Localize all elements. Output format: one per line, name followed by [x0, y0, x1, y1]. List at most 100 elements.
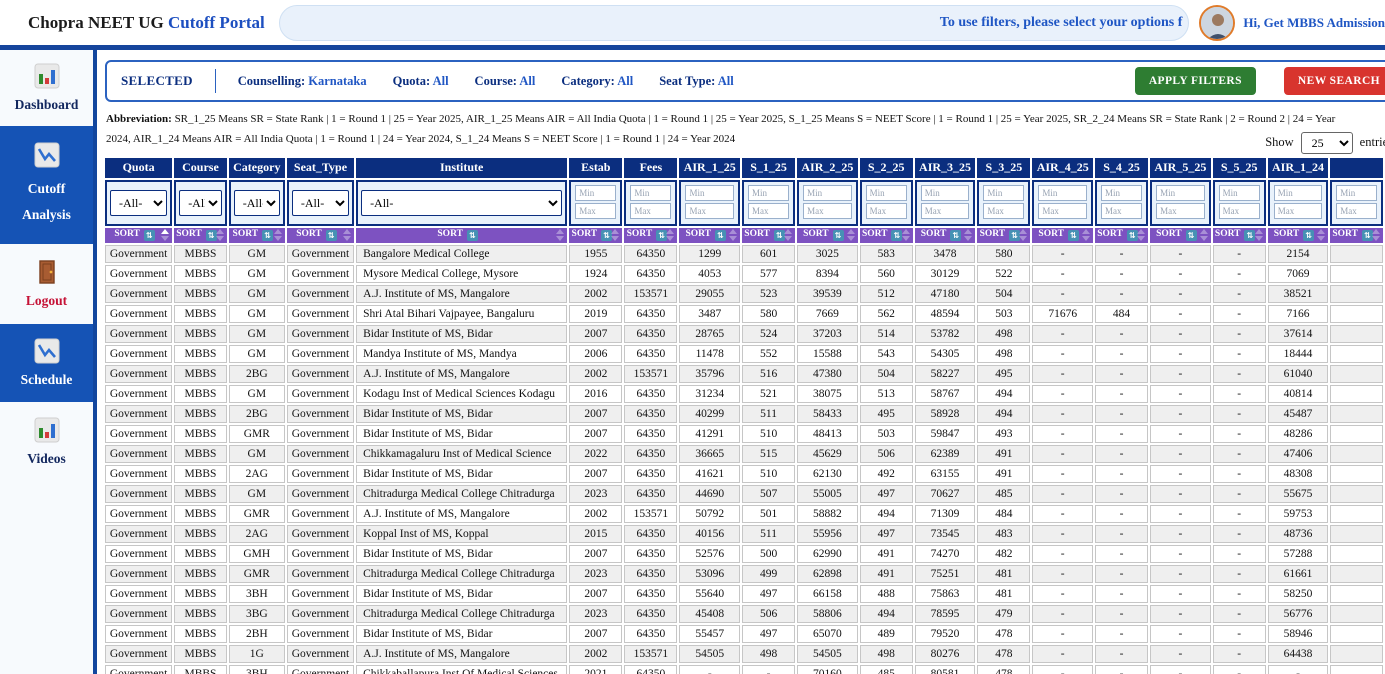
sort-button[interactable]: SORT ⇅	[742, 227, 796, 243]
max-input[interactable]	[748, 202, 790, 219]
sort-button[interactable]: SORT ⇅	[679, 227, 741, 243]
table-cell: -	[1094, 604, 1149, 623]
min-input[interactable]	[865, 184, 907, 201]
max-input[interactable]	[983, 202, 1025, 219]
min-input[interactable]	[685, 184, 735, 201]
table-row: Government MBBS 2BH Government Bidar Institu…	[105, 624, 1383, 643]
max-input[interactable]	[803, 202, 852, 219]
table-cell: Government	[105, 584, 173, 603]
entries-label: entries	[1359, 135, 1385, 150]
max-input[interactable]	[1156, 202, 1205, 219]
table-row: Government MBBS GM Government Kodagu Inst of…	[105, 384, 1383, 403]
category-filter-select[interactable]: -All-	[233, 189, 280, 216]
table-cell: -	[1032, 544, 1093, 563]
min-input[interactable]	[630, 184, 672, 201]
table-cell: Government	[286, 484, 355, 503]
column-header: S_3_25	[977, 157, 1031, 178]
table-cell: -	[1032, 244, 1093, 263]
sort-carets-icon	[1372, 229, 1380, 242]
table-row: Government MBBS GMH Government Bidar Institu…	[105, 544, 1383, 563]
max-input[interactable]	[1273, 202, 1323, 219]
min-input[interactable]	[1273, 184, 1323, 201]
sort-button[interactable]: SORT ⇅	[859, 227, 913, 243]
course-filter-select[interactable]: -All-	[179, 189, 222, 216]
sort-button[interactable]: SORT ⇅	[1212, 227, 1266, 243]
sort-button[interactable]: SORT ⇅	[977, 227, 1031, 243]
entries-per-page-select[interactable]: 25	[1300, 131, 1353, 154]
sidebar-item-videos[interactable]: Videos	[0, 402, 93, 482]
sort-button[interactable]: SORT ⇅	[105, 227, 173, 243]
table-cell: 58767	[914, 384, 976, 403]
column-header: Institute	[356, 157, 568, 178]
min-input[interactable]	[1100, 184, 1143, 201]
sidebar-item-dashboard[interactable]: Dashboard	[0, 50, 93, 126]
sidebar-item-cutoff-analysis[interactable]: Cutoff Analysis	[0, 126, 93, 244]
sort-label: SORT	[437, 229, 463, 240]
table-cell: 504	[977, 284, 1031, 303]
max-input[interactable]	[920, 202, 970, 219]
table-cell: 48286	[1267, 424, 1329, 443]
column-header: S_2_25	[859, 157, 913, 178]
apply-filters-button[interactable]: APPLY FILTERS	[1134, 67, 1256, 95]
min-input[interactable]	[1038, 184, 1087, 201]
quota-filter-select[interactable]: -All-	[110, 189, 168, 216]
table-cell: 504	[859, 364, 913, 383]
min-input[interactable]	[803, 184, 852, 201]
sort-button[interactable]: SORT ⇅	[914, 227, 976, 243]
table-cell: 64350	[624, 584, 678, 603]
max-input[interactable]	[1100, 202, 1143, 219]
table-cell: 45408	[679, 604, 741, 623]
sidebar-item-logout[interactable]: Logout	[0, 244, 93, 324]
table-cell: 55457	[679, 624, 741, 643]
sidebar-item-schedule[interactable]: Schedule	[0, 324, 93, 402]
table-cell: A.J. Institute of MS, Mangalore	[356, 504, 568, 523]
avatar[interactable]	[1199, 4, 1236, 41]
table-cell: Government	[286, 324, 355, 343]
min-input[interactable]	[748, 184, 790, 201]
table-cell: 503	[859, 424, 913, 443]
table-cell: 48736	[1267, 524, 1329, 543]
seat_type-filter-select[interactable]: -All-	[291, 189, 350, 216]
sort-button[interactable]: SORT ⇅	[174, 227, 227, 243]
user-greeting[interactable]: Hi, Get MBBS Admission	[1243, 15, 1385, 31]
sort-label: SORT	[803, 229, 829, 240]
sort-button[interactable]: SORT ⇅	[1330, 227, 1383, 243]
column-header: Quota	[105, 157, 173, 178]
sort-button[interactable]: SORT ⇅	[228, 227, 285, 243]
filter-cell	[679, 179, 741, 226]
max-input[interactable]	[1038, 202, 1087, 219]
max-input[interactable]	[865, 202, 907, 219]
sort-arrows-icon: ⇅	[1185, 230, 1197, 242]
max-input[interactable]	[575, 202, 617, 219]
max-input[interactable]	[1336, 202, 1377, 219]
table-cell: 40156	[679, 524, 741, 543]
sort-button[interactable]: SORT ⇅	[624, 227, 678, 243]
table-cell: 2002	[569, 644, 623, 663]
table-cell: Government	[105, 344, 173, 363]
institute-filter-select[interactable]: -All-	[361, 189, 563, 216]
sort-button[interactable]: SORT ⇅	[1094, 227, 1149, 243]
max-input[interactable]	[630, 202, 672, 219]
sort-carets-icon	[666, 229, 675, 242]
table-cell: 66158	[797, 584, 858, 603]
min-input[interactable]	[575, 184, 617, 201]
max-input[interactable]	[685, 202, 735, 219]
new-search-button[interactable]: NEW SEARCH	[1283, 67, 1385, 95]
max-input[interactable]	[1218, 202, 1260, 219]
min-input[interactable]	[920, 184, 970, 201]
min-input[interactable]	[1218, 184, 1260, 201]
table-cell: 64350	[624, 304, 678, 323]
min-input[interactable]	[1336, 184, 1377, 201]
table-cell: 80581	[914, 664, 976, 674]
table-cell: 64350	[624, 324, 678, 343]
sort-button[interactable]: SORT ⇅	[286, 227, 355, 243]
sort-button[interactable]: SORT ⇅	[1150, 227, 1211, 243]
sort-button[interactable]: SORT ⇅	[569, 227, 623, 243]
sort-button[interactable]: SORT ⇅	[1267, 227, 1329, 243]
sort-button[interactable]: SORT ⇅	[356, 227, 568, 243]
min-input[interactable]	[1156, 184, 1205, 201]
sort-button[interactable]: SORT ⇅	[1032, 227, 1093, 243]
min-input[interactable]	[983, 184, 1025, 201]
sort-button[interactable]: SORT ⇅	[797, 227, 858, 243]
table-cell: 52576	[679, 544, 741, 563]
